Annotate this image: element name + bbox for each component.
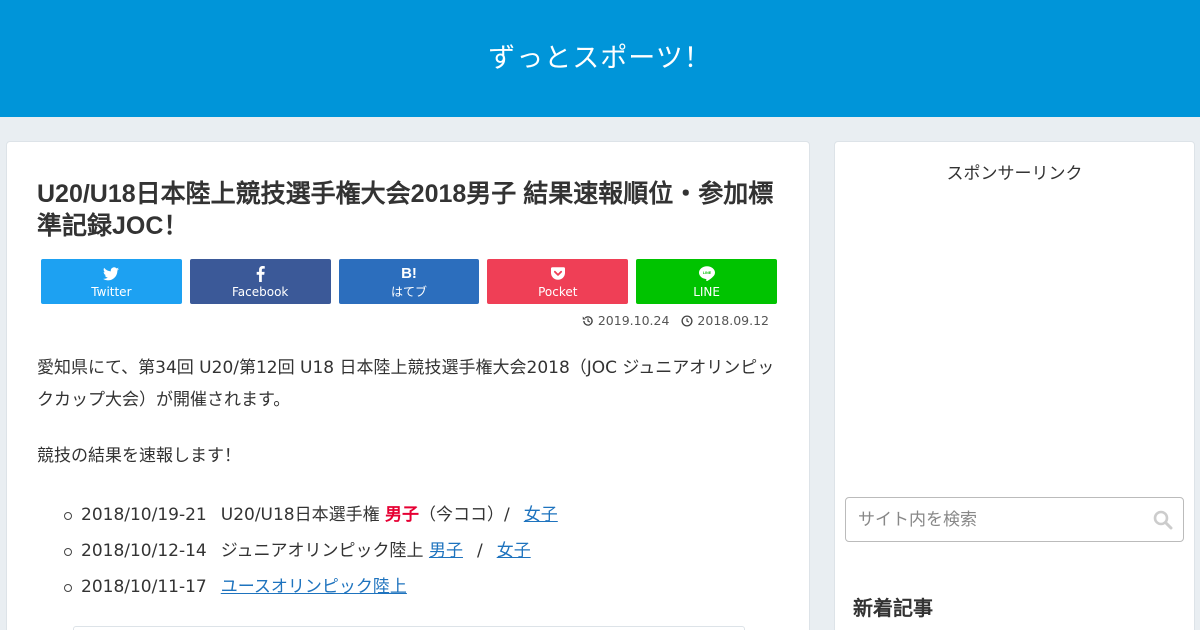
schedule-list: 2018/10/19-21 U20/U18日本選手権 男子（今ココ）/女子 201…	[47, 497, 767, 605]
main-content: U20/U18日本陸上競技選手権大会2018男子 結果速報順位・参加標準記録JO…	[6, 141, 810, 630]
published-date: 2018.09.12	[681, 313, 769, 328]
intro-paragraph: 愛知県にて、第34回 U20/第12回 U18 日本陸上競技選手権大会2018（…	[37, 358, 775, 410]
clock-icon	[681, 314, 693, 327]
twitter-icon	[103, 265, 120, 283]
share-pocket-button[interactable]: Pocket	[487, 259, 629, 304]
svg-text:LINE: LINE	[702, 271, 711, 275]
line-icon: LINE	[698, 265, 715, 283]
link-youth-olympics[interactable]: ユースオリンピック陸上	[221, 577, 407, 597]
lead-paragraph: 競技の結果を速報します！	[37, 446, 241, 466]
share-line-button[interactable]: LINE LINE	[636, 259, 777, 304]
schedule-event: ジュニアオリンピック陸上	[220, 541, 424, 561]
link-women[interactable]: 女子	[497, 541, 531, 561]
link-women[interactable]: 女子	[524, 505, 558, 525]
sidebar: スポンサーリンク 新着記事	[834, 141, 1195, 630]
share-twitter-label: Twitter	[91, 284, 132, 299]
current-note: （今ココ）/	[419, 505, 510, 525]
schedule-dates: 2018/10/12-14	[81, 541, 207, 561]
share-pocket-label: Pocket	[538, 284, 578, 299]
article-title: U20/U18日本陸上競技選手権大会2018男子 結果速報順位・参加標準記録JO…	[37, 180, 774, 240]
list-item: 2018/10/12-14 ジュニアオリンピック陸上 男子 / 女子	[47, 533, 767, 569]
link-men[interactable]: 男子	[429, 541, 463, 561]
sponsor-label: スポンサーリンク	[946, 164, 1083, 184]
share-facebook-label: Facebook	[232, 284, 289, 299]
recent-posts-title: 新着記事	[853, 596, 933, 620]
history-icon	[582, 315, 593, 326]
site-header: ずっとスポーツ！	[0, 0, 1200, 117]
pocket-icon	[550, 265, 565, 283]
content-box	[73, 626, 745, 630]
share-facebook-button[interactable]: Facebook	[189, 259, 331, 304]
current-category: 男子	[385, 505, 420, 525]
schedule-event: U20/U18日本選手権	[220, 505, 380, 525]
published-date-text: 2018.09.12	[697, 313, 769, 328]
share-hatebu-button[interactable]: B! はてブ	[338, 259, 480, 304]
share-buttons: Twitter Facebook B! はてブ Pocket LINE LINE	[41, 259, 777, 304]
separator: /	[476, 541, 483, 561]
facebook-icon	[256, 265, 265, 283]
updated-date: 2019.10.24	[582, 313, 670, 328]
search-icon[interactable]	[1153, 510, 1173, 530]
post-dates: 2019.10.24 2018.09.12	[582, 313, 769, 328]
schedule-dates: 2018/10/11-17	[81, 577, 207, 597]
search-box	[845, 497, 1184, 542]
share-twitter-button[interactable]: Twitter	[41, 259, 182, 304]
list-item: 2018/10/19-21 U20/U18日本選手権 男子（今ココ）/ 女子	[47, 497, 767, 533]
share-line-label: LINE	[693, 284, 720, 299]
search-input[interactable]	[858, 509, 1148, 530]
schedule-dates: 2018/10/19-21	[81, 505, 207, 525]
share-hatebu-label: はてブ	[390, 284, 427, 299]
updated-date-text: 2019.10.24	[597, 313, 670, 328]
site-title[interactable]: ずっとスポーツ！	[488, 36, 711, 75]
hatebu-icon: B!	[401, 265, 417, 282]
list-item: 2018/10/11-17 ユースオリンピック陸上	[47, 569, 767, 605]
